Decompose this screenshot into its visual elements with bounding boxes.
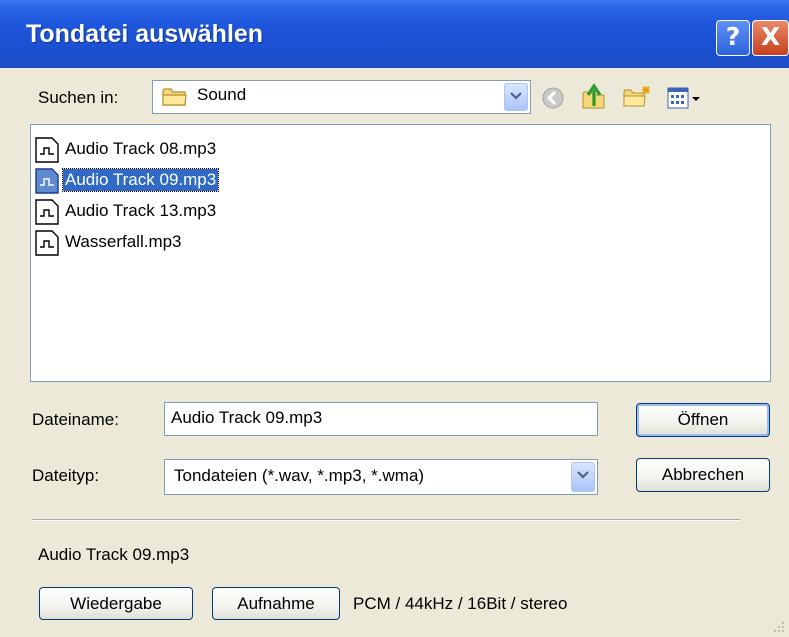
file-name: Audio Track 13.mp3 xyxy=(65,201,217,220)
cancel-button-label: Abbrechen xyxy=(661,465,745,484)
record-button[interactable]: Aufnahme xyxy=(212,587,340,620)
filename-field[interactable] xyxy=(164,402,598,436)
chevron-down-icon xyxy=(510,92,522,100)
help-icon: ? xyxy=(725,22,741,51)
cancel-button[interactable]: Abbrechen xyxy=(636,458,770,492)
filetype-combo[interactable]: Tondateien (*.wav, *.mp3, *.wma) xyxy=(164,459,598,495)
filetype-label: Dateityp: xyxy=(32,466,100,485)
close-button[interactable]: X xyxy=(752,20,789,56)
preview-file-name: Audio Track 09.mp3 xyxy=(38,545,190,564)
look-in-value: Sound xyxy=(197,85,247,104)
title-bar[interactable]: Tondatei auswählen ? X xyxy=(0,0,789,68)
close-icon: X xyxy=(760,22,781,51)
filetype-dropdown-button[interactable] xyxy=(571,462,595,492)
filename-label: Dateiname: xyxy=(32,410,119,429)
back-icon[interactable] xyxy=(541,86,565,110)
filename-input[interactable] xyxy=(171,408,581,428)
up-folder-icon[interactable] xyxy=(580,82,608,112)
new-folder-icon[interactable] xyxy=(622,84,652,110)
audio-file-icon xyxy=(35,168,59,194)
filetype-value: Tondateien (*.wav, *.mp3, *.wma) xyxy=(174,466,425,485)
open-button-label: Öffnen xyxy=(677,410,729,429)
file-list[interactable]: Audio Track 08.mp3 Audio Track 09.mp3 Au… xyxy=(30,124,771,382)
record-button-label: Aufnahme xyxy=(237,594,315,613)
separator xyxy=(32,519,740,521)
audio-file-icon xyxy=(35,199,59,225)
help-button[interactable]: ? xyxy=(716,20,750,56)
play-button[interactable]: Wiedergabe xyxy=(39,587,193,620)
file-name: Audio Track 08.mp3 xyxy=(65,139,217,158)
open-button[interactable]: Öffnen xyxy=(636,403,770,437)
audio-file-icon xyxy=(35,230,59,256)
resize-grip-icon[interactable] xyxy=(770,618,786,634)
look-in-dropdown-button[interactable] xyxy=(504,83,528,111)
play-button-label: Wiedergabe xyxy=(70,594,162,613)
chevron-down-icon xyxy=(577,471,589,479)
look-in-label: Suchen in: xyxy=(38,88,119,107)
audio-file-icon xyxy=(35,137,59,163)
audio-format-info: PCM / 44kHz / 16Bit / stereo xyxy=(353,594,568,613)
window-title: Tondatei auswählen xyxy=(26,20,264,48)
file-name: Wasserfall.mp3 xyxy=(65,232,182,251)
file-name: Audio Track 09.mp3 xyxy=(61,168,220,192)
view-menu-icon[interactable] xyxy=(667,86,703,110)
look-in-combo[interactable]: Sound xyxy=(152,80,531,114)
file-open-dialog: Tondatei auswählen ? X Suchen in: Sound xyxy=(0,0,789,637)
folder-icon xyxy=(162,88,187,106)
